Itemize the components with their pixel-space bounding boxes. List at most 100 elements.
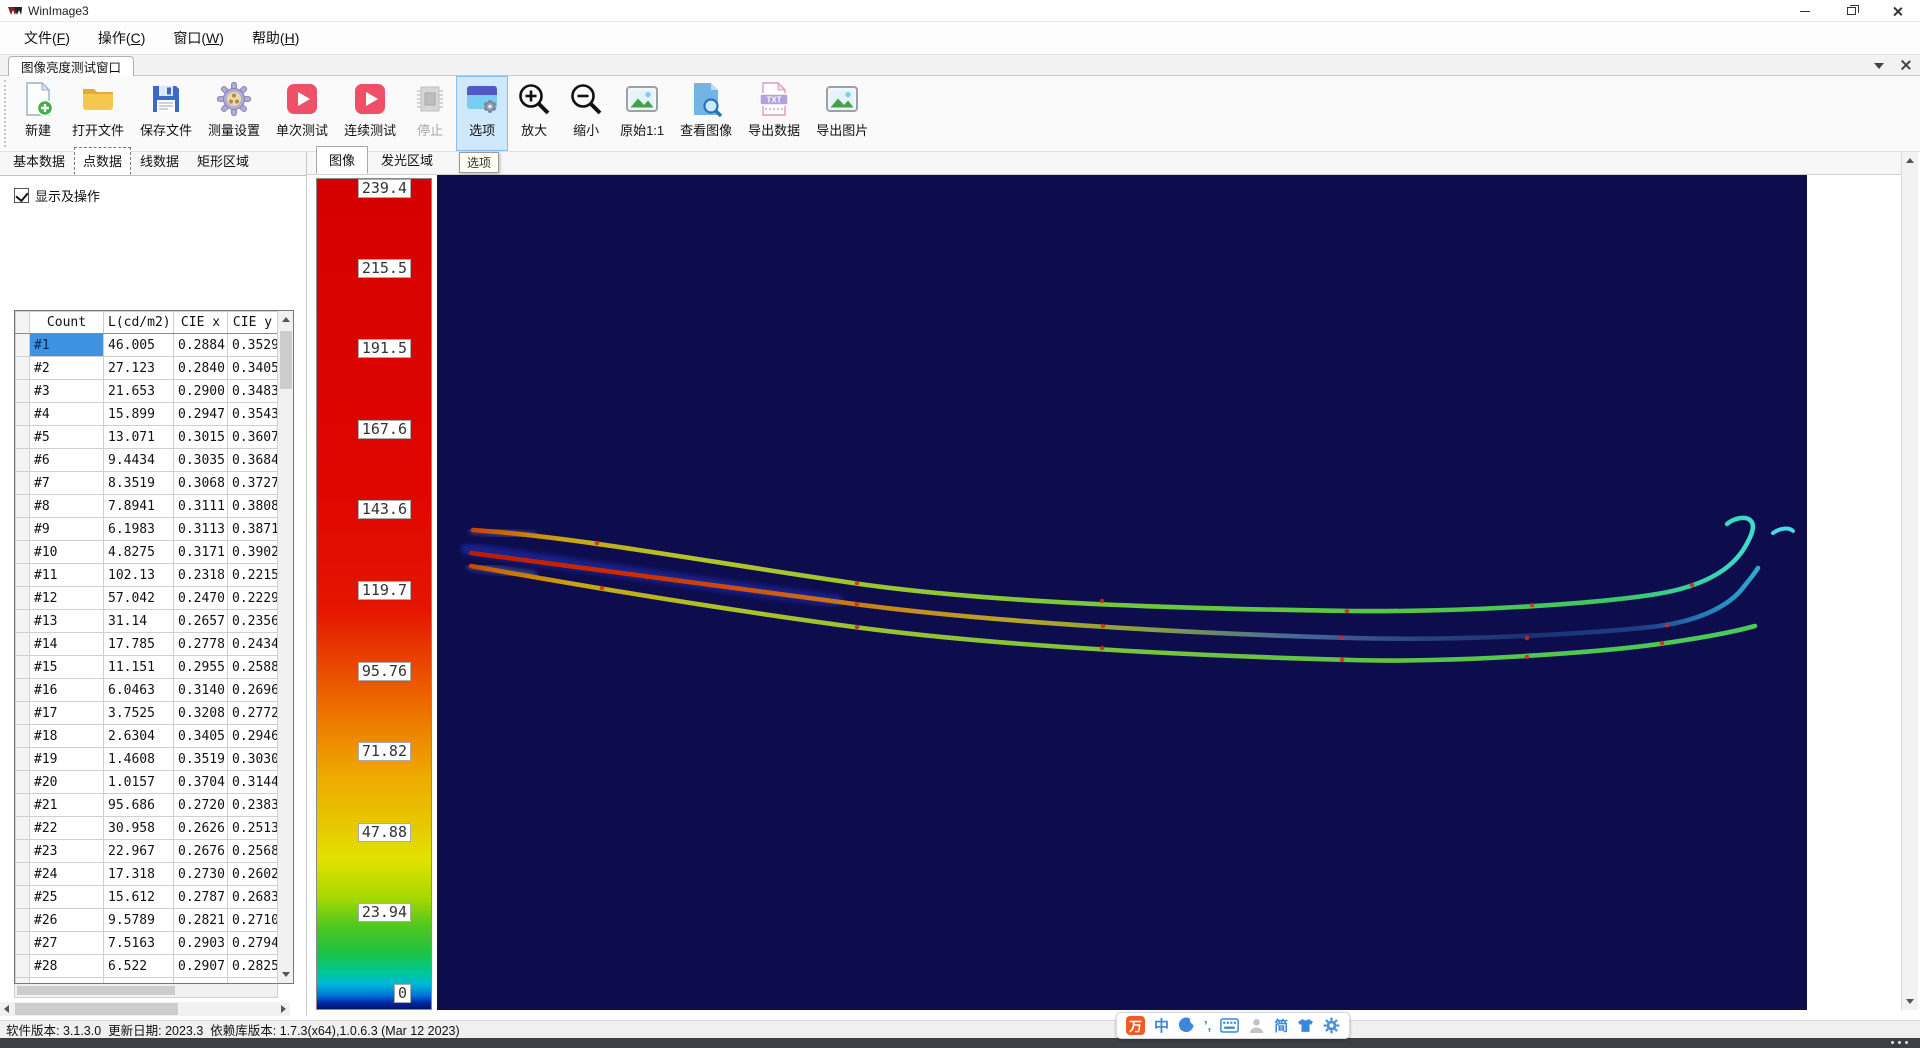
cell-r2-c0[interactable]: #2: [30, 357, 104, 380]
cell-r25-c1[interactable]: 15.612: [104, 886, 174, 909]
cell-r14-c1[interactable]: 17.785: [104, 633, 174, 656]
cell-r6-c3[interactable]: 0.3684: [228, 449, 278, 472]
half-full-moon-icon[interactable]: [1178, 1017, 1195, 1034]
table-row[interactable]: #321.6530.29000.3483: [16, 380, 278, 403]
table-row[interactable]: #2195.6860.27200.2383: [16, 794, 278, 817]
cell-r27-c0[interactable]: #27: [30, 932, 104, 955]
cell-r9-c3[interactable]: 0.3871: [228, 518, 278, 541]
menu-item-h[interactable]: 帮助(H): [238, 24, 313, 52]
cell-r2-c2[interactable]: 0.2840: [174, 357, 228, 380]
table-hscroll-thumb[interactable]: [17, 986, 175, 995]
cell-r28-c2[interactable]: 0.2907: [174, 955, 228, 978]
minimize-button[interactable]: [1782, 0, 1828, 22]
cell-r17-c3[interactable]: 0.2772: [228, 702, 278, 725]
table-row[interactable]: #191.46080.35190.3030: [16, 748, 278, 771]
cell-r21-c0[interactable]: #21: [30, 794, 104, 817]
cell-r14-c3[interactable]: 0.2434: [228, 633, 278, 656]
table-row[interactable]: #69.44340.30350.3684: [16, 449, 278, 472]
cell-r21-c3[interactable]: 0.2383: [228, 794, 278, 817]
cell-r18-c0[interactable]: #18: [30, 725, 104, 748]
scroll-right-button[interactable]: [276, 1002, 290, 1016]
original-1-1-button[interactable]: 原始1:1: [612, 76, 672, 151]
table-row[interactable]: #87.89410.31110.3808: [16, 495, 278, 518]
cell-r6-c1[interactable]: 9.4434: [104, 449, 174, 472]
cell-r7-c0[interactable]: #7: [30, 472, 104, 495]
cell-r14-c2[interactable]: 0.2778: [174, 633, 228, 656]
table-row[interactable]: #2230.9580.26260.2513: [16, 817, 278, 840]
cell-r8-c2[interactable]: 0.3111: [174, 495, 228, 518]
panel-splitter[interactable]: [306, 152, 307, 1016]
cell-r13-c3[interactable]: 0.2356: [228, 610, 278, 633]
cell-r27-c2[interactable]: 0.2903: [174, 932, 228, 955]
table-row[interactable]: #2417.3180.27300.2602: [16, 863, 278, 886]
table-row[interactable]: #2515.6120.27870.2683: [16, 886, 278, 909]
table-row[interactable]: #182.63040.34050.2946: [16, 725, 278, 748]
cell-r8-c1[interactable]: 7.8941: [104, 495, 174, 518]
subtab-0[interactable]: 基本数据: [4, 147, 74, 175]
cell-r16-c3[interactable]: 0.2696: [228, 679, 278, 702]
table-row[interactable]: #1257.0420.24700.2229: [16, 587, 278, 610]
cell-r15-c1[interactable]: 11.151: [104, 656, 174, 679]
cell-r25-c3[interactable]: 0.2683: [228, 886, 278, 909]
table-row[interactable]: #166.04630.31400.2696: [16, 679, 278, 702]
cell-r6-c2[interactable]: 0.3035: [174, 449, 228, 472]
cell-r4-c0[interactable]: #4: [30, 403, 104, 426]
table-row[interactable]: #1417.7850.27780.2434: [16, 633, 278, 656]
chevron-down-icon[interactable]: [1874, 63, 1884, 69]
taskbar-overflow-dots[interactable]: [1891, 1041, 1908, 1044]
ime-settings-gear-icon[interactable]: [1323, 1017, 1340, 1034]
zoom-out-button[interactable]: 缩小: [560, 76, 612, 151]
cell-r3-c2[interactable]: 0.2900: [174, 380, 228, 403]
cell-r16-c0[interactable]: #16: [30, 679, 104, 702]
continuous-test-button[interactable]: 连续测试: [336, 76, 404, 151]
cell-r20-c3[interactable]: 0.3144: [228, 771, 278, 794]
cell-r22-c2[interactable]: 0.2626: [174, 817, 228, 840]
table-row[interactable]: #513.0710.30150.3607: [16, 426, 278, 449]
cell-r2-c3[interactable]: 0.3405: [228, 357, 278, 380]
tab-image-luminance-test[interactable]: 图像亮度测试窗口: [8, 56, 134, 76]
menu-item-c[interactable]: 操作(C): [84, 24, 159, 52]
cell-r12-c1[interactable]: 57.042: [104, 587, 174, 610]
cell-r9-c2[interactable]: 0.3113: [174, 518, 228, 541]
cell-r7-c2[interactable]: 0.3068: [174, 472, 228, 495]
window-scroll-up-icon[interactable]: [1906, 158, 1914, 163]
cell-r22-c1[interactable]: 30.958: [104, 817, 174, 840]
cell-r28-c3[interactable]: 0.2825: [228, 955, 278, 978]
table-row[interactable]: #1331.140.26570.2356: [16, 610, 278, 633]
cell-r13-c1[interactable]: 31.14: [104, 610, 174, 633]
cell-r21-c2[interactable]: 0.2720: [174, 794, 228, 817]
cell-r24-c1[interactable]: 17.318: [104, 863, 174, 886]
table-row[interactable]: #104.82750.31710.3902: [16, 541, 278, 564]
table-row[interactable]: #227.1230.28400.3405: [16, 357, 278, 380]
cell-r5-c0[interactable]: #5: [30, 426, 104, 449]
new-button[interactable]: 新建: [12, 76, 64, 151]
cell-r10-c2[interactable]: 0.3171: [174, 541, 228, 564]
cell-r28-c0[interactable]: #28: [30, 955, 104, 978]
cell-r27-c1[interactable]: 7.5163: [104, 932, 174, 955]
soft-keyboard-icon[interactable]: [1220, 1017, 1239, 1034]
cell-r28-c1[interactable]: 6.522: [104, 955, 174, 978]
panel-hscroll-thumb[interactable]: [15, 1003, 178, 1015]
punctuation-icon[interactable]: ’,: [1204, 1018, 1211, 1033]
cell-r23-c3[interactable]: 0.2568: [228, 840, 278, 863]
cell-r19-c1[interactable]: 1.4608: [104, 748, 174, 771]
cell-r16-c1[interactable]: 6.0463: [104, 679, 174, 702]
close-button[interactable]: [1874, 0, 1920, 22]
table-row[interactable]: #2322.9670.26760.2568: [16, 840, 278, 863]
table-row[interactable]: #201.01570.37040.3144: [16, 771, 278, 794]
table-horizontal-scrollbar[interactable]: [14, 984, 278, 998]
cell-r24-c2[interactable]: 0.2730: [174, 863, 228, 886]
sogou-logo-icon[interactable]: 万: [1126, 1016, 1145, 1035]
panel-horizontal-scrollbar[interactable]: [0, 1002, 290, 1016]
cell-r4-c2[interactable]: 0.2947: [174, 403, 228, 426]
cell-r13-c2[interactable]: 0.2657: [174, 610, 228, 633]
table-row[interactable]: #286.5220.29070.2825: [16, 955, 278, 978]
cell-r18-c3[interactable]: 0.2946: [228, 725, 278, 748]
toolbar-gripper[interactable]: [4, 80, 7, 147]
cell-r25-c2[interactable]: 0.2787: [174, 886, 228, 909]
cell-r9-c0[interactable]: #9: [30, 518, 104, 541]
subtab-1[interactable]: 点数据: [74, 147, 131, 175]
scroll-up-icon[interactable]: [282, 317, 290, 322]
skin-icon[interactable]: [1297, 1017, 1314, 1034]
cell-r20-c0[interactable]: #20: [30, 771, 104, 794]
